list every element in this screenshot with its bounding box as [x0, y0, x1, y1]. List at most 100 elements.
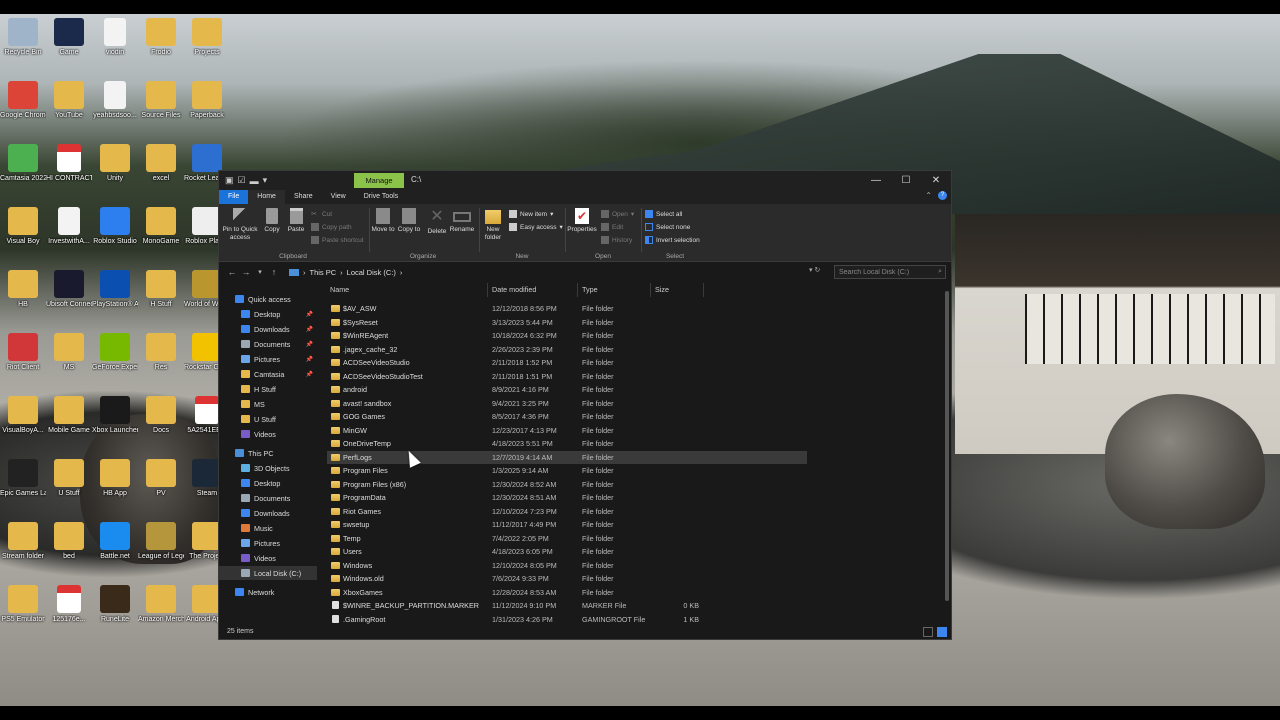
nav-quick-access[interactable]: Quick access	[219, 292, 317, 306]
column-divider[interactable]	[577, 283, 578, 297]
tab-home[interactable]: Home	[248, 190, 285, 204]
desktop-icon[interactable]: Xbox Launcher	[92, 396, 138, 435]
desktop-icon[interactable]: Roblox Studio	[92, 207, 138, 246]
nav-this-pc[interactable]: This PC	[219, 446, 317, 460]
column-date-modified[interactable]: Date modified	[492, 285, 536, 294]
desktop-icon[interactable]: Stream folder	[0, 522, 46, 561]
history-button[interactable]: History	[601, 236, 632, 244]
file-row[interactable]: Temp 7/4/2022 2:05 PM File folder	[327, 532, 807, 546]
column-divider[interactable]	[703, 283, 704, 297]
file-row[interactable]: .jagex_cache_32 2/26/2023 2:39 PM File fol…	[327, 343, 807, 357]
desktop-icon[interactable]: HI CONTRACT	[46, 144, 92, 183]
file-row[interactable]: ProgramData 12/30/2024 8:51 AM File folder	[327, 491, 807, 505]
desktop-icon[interactable]: U Stuff	[46, 459, 92, 498]
nav-quick-item[interactable]: Downloads 📌	[219, 322, 317, 336]
desktop-icon[interactable]: H Stuff	[138, 270, 184, 309]
column-size[interactable]: Size	[655, 285, 669, 294]
desktop-icon[interactable]: Projects	[184, 18, 230, 57]
file-row[interactable]: Program Files 1/3/2025 9:14 AM File folder	[327, 464, 807, 478]
desktop-icon[interactable]: HB	[0, 270, 46, 309]
address-dropdown-chevron-icon[interactable]: ▾ ↻	[809, 266, 820, 274]
file-row[interactable]: $WINRE_BACKUP_PARTITION.MARKER 11/12/2024…	[327, 599, 807, 613]
desktop-icon[interactable]: VisualBoyA...	[0, 396, 46, 435]
desktop-icon[interactable]: Unity	[92, 144, 138, 183]
column-type[interactable]: Type	[582, 285, 598, 294]
nav-pc-item[interactable]: Local Disk (C:)	[219, 566, 317, 580]
up-arrow-icon[interactable]: ↑	[267, 267, 281, 277]
nav-network[interactable]: Network	[219, 585, 317, 599]
desktop-icon[interactable]: Game	[46, 18, 92, 57]
column-divider[interactable]	[487, 283, 488, 297]
vertical-scrollbar[interactable]	[943, 283, 951, 625]
details-view-button[interactable]	[923, 627, 933, 637]
new-item-button[interactable]: New item ▾	[509, 210, 553, 218]
file-row[interactable]: swsetup 11/12/2017 4:49 PM File folder	[327, 518, 807, 532]
breadcrumb-local-disk[interactable]: Local Disk (C:)	[347, 268, 396, 277]
rename-button[interactable]: Rename	[449, 208, 475, 234]
desktop-icon[interactable]: Visual Boy	[0, 207, 46, 246]
back-arrow-icon[interactable]: ←	[225, 267, 239, 277]
nav-quick-item[interactable]: Documents 📌	[219, 337, 317, 351]
desktop-icon[interactable]: League of Legends	[138, 522, 184, 561]
nav-pc-item[interactable]: Desktop	[219, 476, 317, 490]
customize-chevron-icon[interactable]: ▾	[263, 175, 268, 186]
tab-view[interactable]: View	[322, 190, 355, 204]
nav-quick-item[interactable]: Camtasia 📌	[219, 367, 317, 381]
file-row[interactable]: $AV_ASW 12/12/2018 8:56 PM File folder	[327, 302, 807, 316]
nav-quick-item[interactable]: U Stuff	[219, 412, 317, 426]
desktop-icon[interactable]: viodin	[92, 18, 138, 57]
desktop-icon[interactable]: GeForce Experience	[92, 333, 138, 372]
file-row[interactable]: android 8/9/2021 4:16 PM File folder	[327, 383, 807, 397]
desktop-icon[interactable]: YouTube	[46, 81, 92, 120]
nav-quick-item[interactable]: Pictures 📌	[219, 352, 317, 366]
forward-arrow-icon[interactable]: →	[239, 267, 253, 277]
column-divider[interactable]	[650, 283, 651, 297]
help-icon[interactable]: ?	[938, 191, 947, 200]
tab-drive-tools[interactable]: Drive Tools	[355, 190, 408, 204]
copy-path-button[interactable]: Copy path	[311, 223, 352, 231]
edit-button[interactable]: Edit	[601, 223, 623, 231]
breadcrumb-this-pc[interactable]: This PC	[310, 268, 337, 277]
desktop-icon[interactable]: InvestwithA...	[46, 207, 92, 246]
cut-button[interactable]: ✂ Cut	[311, 210, 332, 219]
nav-pc-item[interactable]: 3D Objects	[219, 461, 317, 475]
desktop-icon[interactable]: MonoGame	[138, 207, 184, 246]
address-bar[interactable]: › This PC › Local Disk (C:) ›	[285, 265, 831, 279]
file-row[interactable]: Program Files (x86) 12/30/2024 8:52 AM Fil…	[327, 478, 807, 492]
nav-quick-item[interactable]: Videos	[219, 427, 317, 441]
desktop-icon[interactable]: Frodio	[138, 18, 184, 57]
desktop-icon[interactable]: Res	[138, 333, 184, 372]
collapse-ribbon-chevron-icon[interactable]: ⌃	[925, 191, 932, 200]
desktop-icon[interactable]: bed	[46, 522, 92, 561]
nav-quick-item[interactable]: MS	[219, 397, 317, 411]
easy-access-button[interactable]: Easy access ▾	[509, 223, 563, 231]
scrollbar-thumb[interactable]	[945, 291, 949, 601]
file-row[interactable]: MinGW 12/23/2017 4:13 PM File folder	[327, 424, 807, 438]
paste-button[interactable]: Paste	[285, 208, 307, 234]
nav-quick-item[interactable]: Desktop 📌	[219, 307, 317, 321]
nav-pc-item[interactable]: Videos	[219, 551, 317, 565]
column-name[interactable]: Name	[330, 285, 349, 294]
desktop-icon[interactable]: PV	[138, 459, 184, 498]
desktop-icon[interactable]: Ubisoft Connect	[46, 270, 92, 309]
file-row[interactable]: XboxGames 12/28/2024 8:53 AM File folder	[327, 586, 807, 600]
nav-pc-item[interactable]: Pictures	[219, 536, 317, 550]
new-folder-quick-icon[interactable]: ▬	[250, 176, 259, 186]
nav-pc-item[interactable]: Music	[219, 521, 317, 535]
manage-context-tab[interactable]: Manage	[354, 173, 404, 188]
copy-to-button[interactable]: Copy to	[397, 208, 421, 234]
desktop-icon[interactable]: HB App	[92, 459, 138, 498]
desktop-icon[interactable]: Camtasia 2022	[0, 144, 46, 183]
file-row[interactable]: GOG Games 8/5/2017 4:36 PM File folder	[327, 410, 807, 424]
file-row[interactable]: Windows 12/10/2024 8:05 PM File folder	[327, 559, 807, 573]
properties-quick-icon[interactable]: ☑	[238, 175, 246, 186]
file-row[interactable]: PerfLogs 12/7/2019 4:14 AM File folder	[327, 450, 807, 464]
file-row[interactable]: OneDriveTemp 4/18/2023 5:51 PM File folder	[327, 437, 807, 451]
invert-selection-button[interactable]: Invert selection	[645, 236, 700, 244]
desktop-icon[interactable]: 125176e...	[46, 585, 92, 624]
desktop-icon[interactable]: excel	[138, 144, 184, 183]
properties-button[interactable]: ✔ Properties	[567, 208, 597, 234]
file-row[interactable]: avast! sandbox 9/4/2021 3:25 PM File folde…	[327, 397, 807, 411]
file-row[interactable]: ACDSeeVideoStudioTest 2/11/2018 1:51 PM Fi…	[327, 370, 807, 384]
nav-pc-item[interactable]: Documents	[219, 491, 317, 505]
